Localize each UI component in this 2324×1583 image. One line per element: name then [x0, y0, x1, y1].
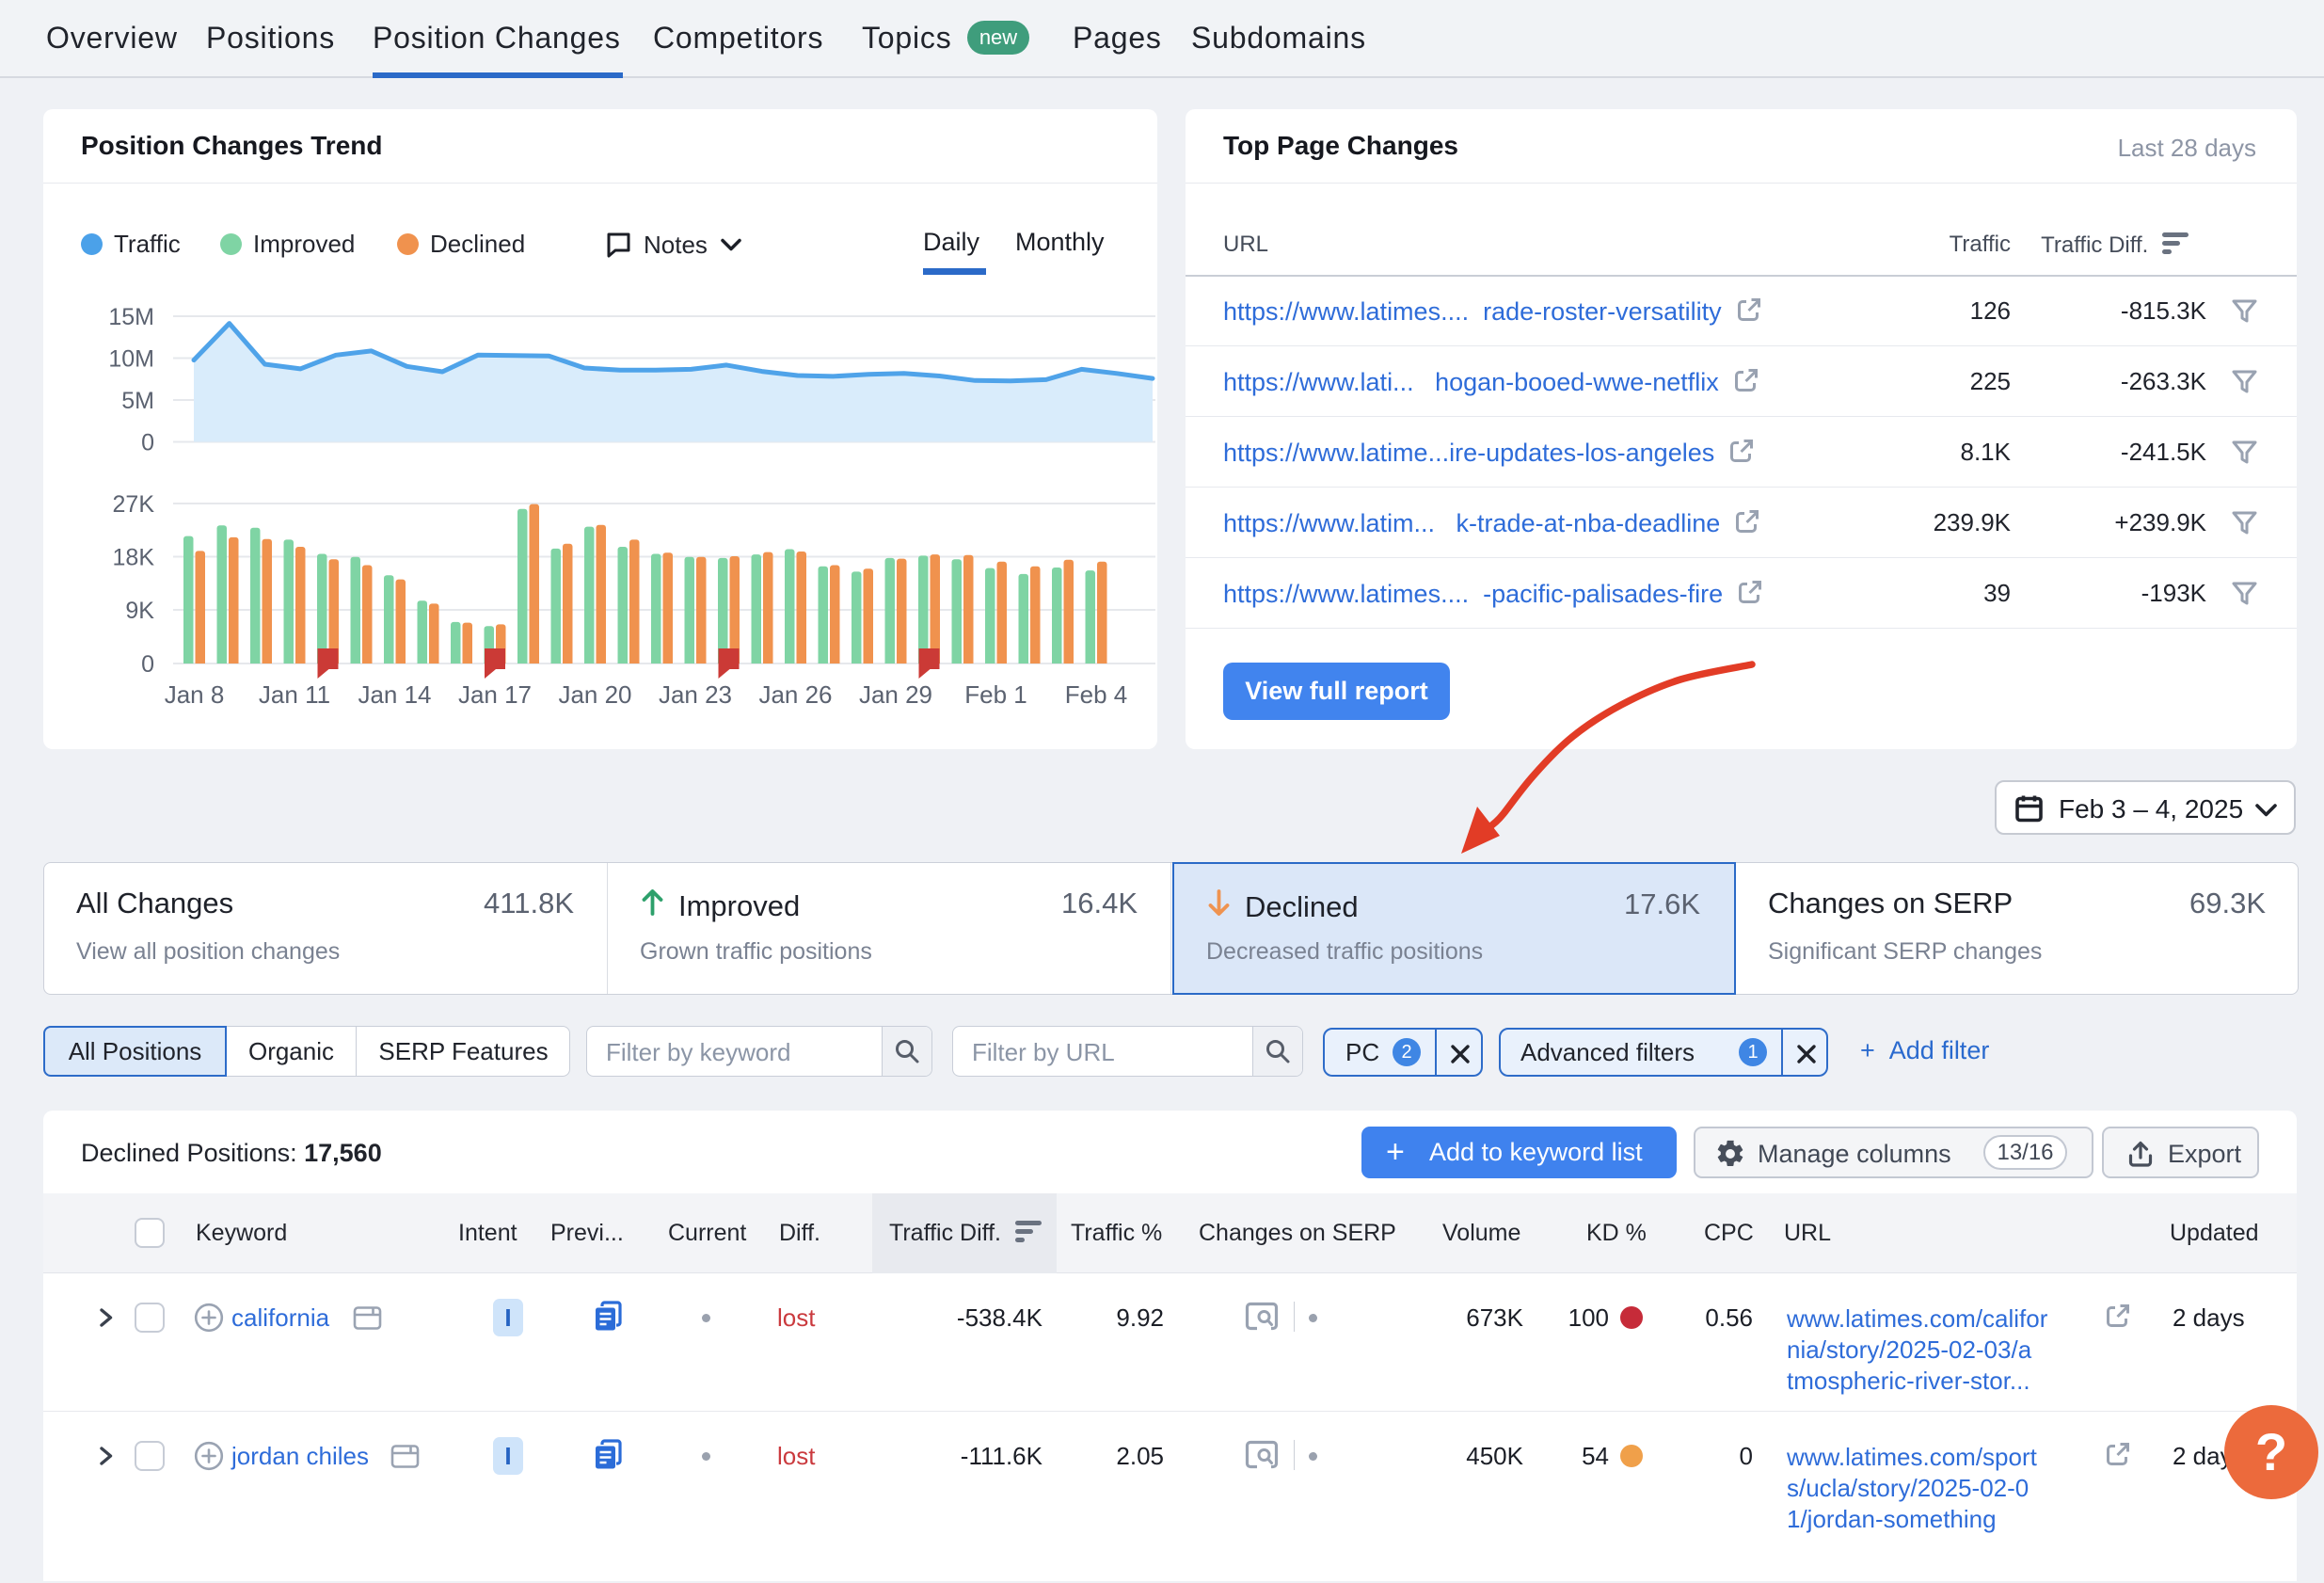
- svg-text:15M: 15M: [108, 304, 154, 330]
- svg-text:Feb 4: Feb 4: [1065, 680, 1128, 709]
- svg-text:18K: 18K: [113, 545, 155, 571]
- svg-text:27K: 27K: [113, 491, 155, 518]
- svg-text:Feb 1: Feb 1: [964, 680, 1027, 709]
- svg-text:Jan 11: Jan 11: [259, 680, 330, 709]
- svg-text:Jan 17: Jan 17: [458, 680, 532, 709]
- svg-text:5M: 5M: [121, 388, 154, 414]
- svg-text:Jan 14: Jan 14: [358, 680, 431, 709]
- svg-text:Jan 26: Jan 26: [758, 680, 832, 709]
- svg-text:Jan 20: Jan 20: [558, 680, 631, 709]
- svg-text:0: 0: [141, 651, 154, 678]
- svg-text:0: 0: [141, 430, 154, 456]
- svg-text:Jan 29: Jan 29: [859, 680, 932, 709]
- svg-text:9K: 9K: [125, 598, 154, 624]
- svg-text:Jan 23: Jan 23: [659, 680, 732, 709]
- svg-text:10M: 10M: [108, 346, 154, 373]
- svg-text:Jan 8: Jan 8: [165, 680, 225, 709]
